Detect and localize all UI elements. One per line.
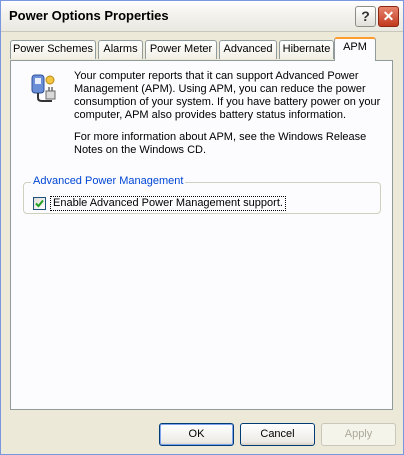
cancel-button[interactable]: Cancel <box>240 423 315 446</box>
tab-strip: Power Schemes Alarms Power Meter Advance… <box>10 37 390 61</box>
checkmark-icon <box>35 199 44 208</box>
tab-alarms[interactable]: Alarms <box>98 40 143 59</box>
apm-tab-panel: Your computer reports that it can suppor… <box>10 60 393 410</box>
enable-apm-checkbox[interactable] <box>33 197 46 210</box>
apply-button[interactable]: Apply <box>321 423 396 446</box>
tab-advanced[interactable]: Advanced <box>219 40 277 59</box>
dialog-window: Power Options Properties ? ✕ Power Schem… <box>0 0 404 455</box>
power-plug-icon <box>26 71 58 103</box>
info-paragraph: For more information about APM, see the … <box>74 131 367 156</box>
group-title: Advanced Power Management <box>31 175 186 187</box>
ok-button[interactable]: OK <box>159 423 234 446</box>
tab-hibernate[interactable]: Hibernate <box>279 40 334 59</box>
title-bar[interactable]: Power Options Properties ? ✕ <box>1 1 403 32</box>
tab-power-meter[interactable]: Power Meter <box>145 40 217 59</box>
info-paragraph: Your computer reports that it can suppor… <box>74 70 381 121</box>
tab-apm[interactable]: APM <box>334 37 376 61</box>
tab-power-schemes[interactable]: Power Schemes <box>10 40 96 59</box>
enable-apm-label[interactable]: Enable Advanced Power Management support… <box>50 196 286 211</box>
window-title: Power Options Properties <box>9 8 169 23</box>
help-button[interactable]: ? <box>355 6 376 27</box>
close-button[interactable]: ✕ <box>378 6 399 27</box>
apm-info-text: Your computer reports that it can suppor… <box>74 70 384 166</box>
